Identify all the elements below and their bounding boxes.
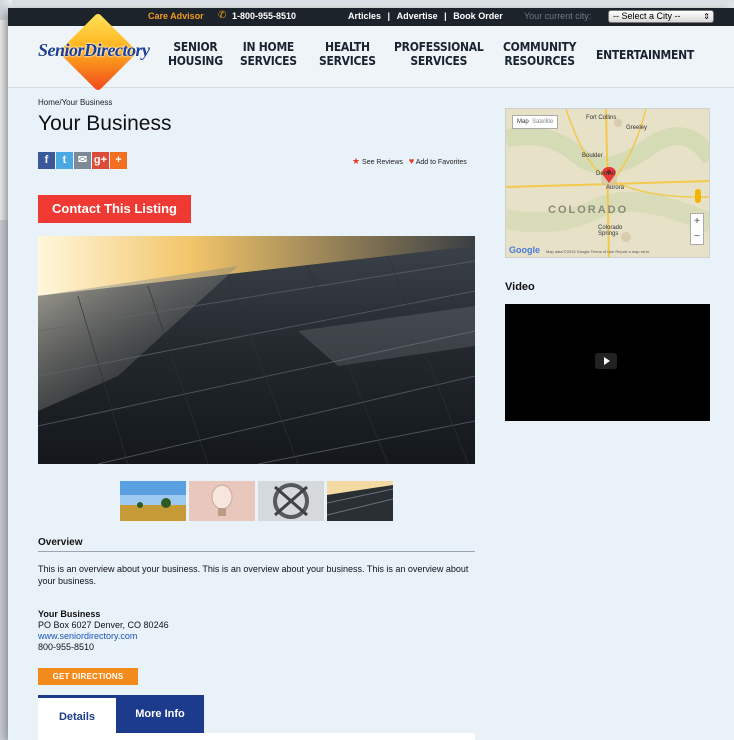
link-separator: |	[387, 11, 391, 21]
nav-label: RESOURCES	[504, 54, 575, 68]
field-thumbnail-image	[120, 481, 186, 521]
email-share-icon[interactable]: ✉	[74, 152, 91, 169]
nav-label: HOUSING	[168, 54, 223, 68]
map-label-aurora: Aurora	[606, 185, 625, 191]
google-logo: Google	[509, 245, 540, 255]
more-share-icon[interactable]: +	[110, 152, 127, 169]
solar-panel-photo	[38, 236, 475, 464]
video-player[interactable]	[505, 304, 710, 421]
business-address: PO Box 6027 Denver, CO 80246	[38, 620, 169, 630]
solar-thumbnail-image	[327, 481, 393, 521]
heart-icon: ♥	[408, 156, 415, 166]
video-heading: Video	[505, 281, 535, 293]
breadcrumb-current: Your Business	[61, 98, 113, 107]
nav-label: PROFESSIONAL	[394, 40, 484, 54]
nav-label: IN HOME	[242, 40, 295, 54]
select-arrows-icon: ⇕	[703, 12, 710, 21]
map-type-toggle[interactable]: Map Satellite	[512, 115, 559, 129]
site-logo[interactable]: SeniorDirectory	[30, 12, 162, 92]
tab-more-info[interactable]: More Info	[116, 695, 204, 733]
breadcrumb-home[interactable]: Home	[38, 98, 59, 107]
contact-listing-button[interactable]: Contact This Listing	[38, 195, 191, 223]
nav-professional-services[interactable]: PROFESSIONAL SERVICES	[394, 40, 484, 68]
tab-panel	[38, 733, 475, 740]
nav-community-resources[interactable]: COMMUNITY RESOURCES	[503, 40, 576, 68]
business-phone: 800-955-8510	[38, 642, 95, 652]
link-separator: |	[444, 11, 447, 21]
logo-text: SeniorDirectory	[38, 40, 150, 60]
overview-divider	[38, 551, 475, 552]
play-icon[interactable]	[595, 353, 617, 369]
nav-senior-housing[interactable]: SENIOR HOUSING	[168, 40, 223, 68]
map-attribution: Map data ©2015 Google Terms of Use Repor…	[546, 249, 650, 254]
zoom-in-icon[interactable]: +	[691, 214, 703, 229]
top-links: Articles | Advertise | Book Order	[346, 11, 505, 21]
nav-entertainment[interactable]: ENTERTAINMENT	[596, 48, 694, 62]
map-label-fort-collins: Fort Collins	[586, 115, 617, 121]
business-contact-info: Your Business PO Box 6027 Denver, CO 802…	[38, 609, 169, 653]
phone-icon: ✆	[218, 10, 227, 21]
top-phone-number[interactable]: 1-800-955-8510	[232, 11, 296, 21]
nav-in-home-services[interactable]: IN HOME SERVICES	[240, 40, 297, 68]
star-icon: ★	[352, 156, 361, 166]
map-type-satellite[interactable]: Satellite	[532, 119, 553, 125]
location-map[interactable]: Map Satellite Fort Collins Greeley Bould…	[505, 108, 710, 258]
overview-text: This is an overview about your business.…	[38, 564, 469, 586]
nav-label: ENTERTAINMENT	[596, 48, 694, 62]
nav-label: HEALTH	[325, 40, 370, 54]
map-label-denver: Denver	[596, 171, 616, 177]
nav-label: SERVICES	[240, 54, 297, 68]
thumbnail-solar-panel[interactable]	[327, 481, 393, 521]
site-header: SeniorDirectory SENIOR HOUSING IN HOME S…	[8, 12, 734, 92]
map-label-greeley: Greeley	[626, 125, 648, 131]
breadcrumb: Home/Your Business	[38, 98, 112, 107]
city-select[interactable]: -- Select a City -- ⇕	[608, 10, 714, 23]
map-label-colorado-springs: Colorado Springs	[598, 225, 623, 237]
thumbnail-turbine[interactable]	[258, 481, 324, 521]
add-to-favorites-link[interactable]: Add to Favorites	[416, 159, 467, 166]
twitter-share-icon[interactable]: t	[56, 152, 73, 169]
book-order-link[interactable]: Book Order	[453, 11, 503, 21]
overview-heading: Overview	[38, 537, 83, 548]
lightbulb-thumbnail-image	[189, 481, 255, 521]
nav-label: SENIOR	[173, 40, 218, 54]
map-label-state: COLORADO	[548, 204, 629, 216]
tab-details[interactable]: Details	[38, 695, 116, 733]
city-select-value: -- Select a City --	[613, 11, 681, 21]
listing-tabs: Details More Info	[38, 695, 475, 740]
business-name: Your Business	[38, 609, 101, 619]
browser-window: Care Advisor ✆ 1-800-955-8510 Articles |…	[8, 8, 734, 740]
map-type-map[interactable]: Map	[517, 119, 529, 125]
nav-label: SERVICES	[319, 54, 376, 68]
nav-label: SERVICES	[410, 54, 468, 68]
map-label-boulder: Boulder	[582, 153, 603, 159]
map-zoom-control[interactable]: + −	[690, 213, 704, 245]
advertise-link[interactable]: Advertise	[397, 11, 438, 21]
street-view-pegman-icon[interactable]	[695, 189, 701, 203]
listing-actions: ★ See Reviews ♥ Add to Favorites	[352, 156, 467, 167]
nav-label: COMMUNITY	[503, 40, 577, 54]
google-plus-share-icon[interactable]: g+	[92, 152, 109, 169]
zoom-out-icon[interactable]: −	[691, 229, 703, 244]
page-content: Home/Your Business Your Business f t ✉ g…	[38, 88, 728, 740]
see-reviews-link[interactable]: See Reviews	[362, 159, 403, 166]
articles-link[interactable]: Articles	[348, 11, 381, 21]
thumbnail-field[interactable]	[120, 481, 186, 521]
thumbnail-lightbulb[interactable]	[189, 481, 255, 521]
business-website-link[interactable]: www.seniordirectory.com	[38, 631, 169, 642]
city-label: Your current city:	[524, 11, 592, 21]
turbine-thumbnail-image	[258, 481, 324, 521]
page-title: Your Business	[38, 112, 172, 135]
nav-health-services[interactable]: HEALTH SERVICES	[319, 40, 376, 68]
get-directions-button[interactable]: GET DIRECTIONS	[38, 668, 138, 685]
hero-image-solar-panels	[38, 236, 475, 464]
facebook-share-icon[interactable]: f	[38, 152, 55, 169]
